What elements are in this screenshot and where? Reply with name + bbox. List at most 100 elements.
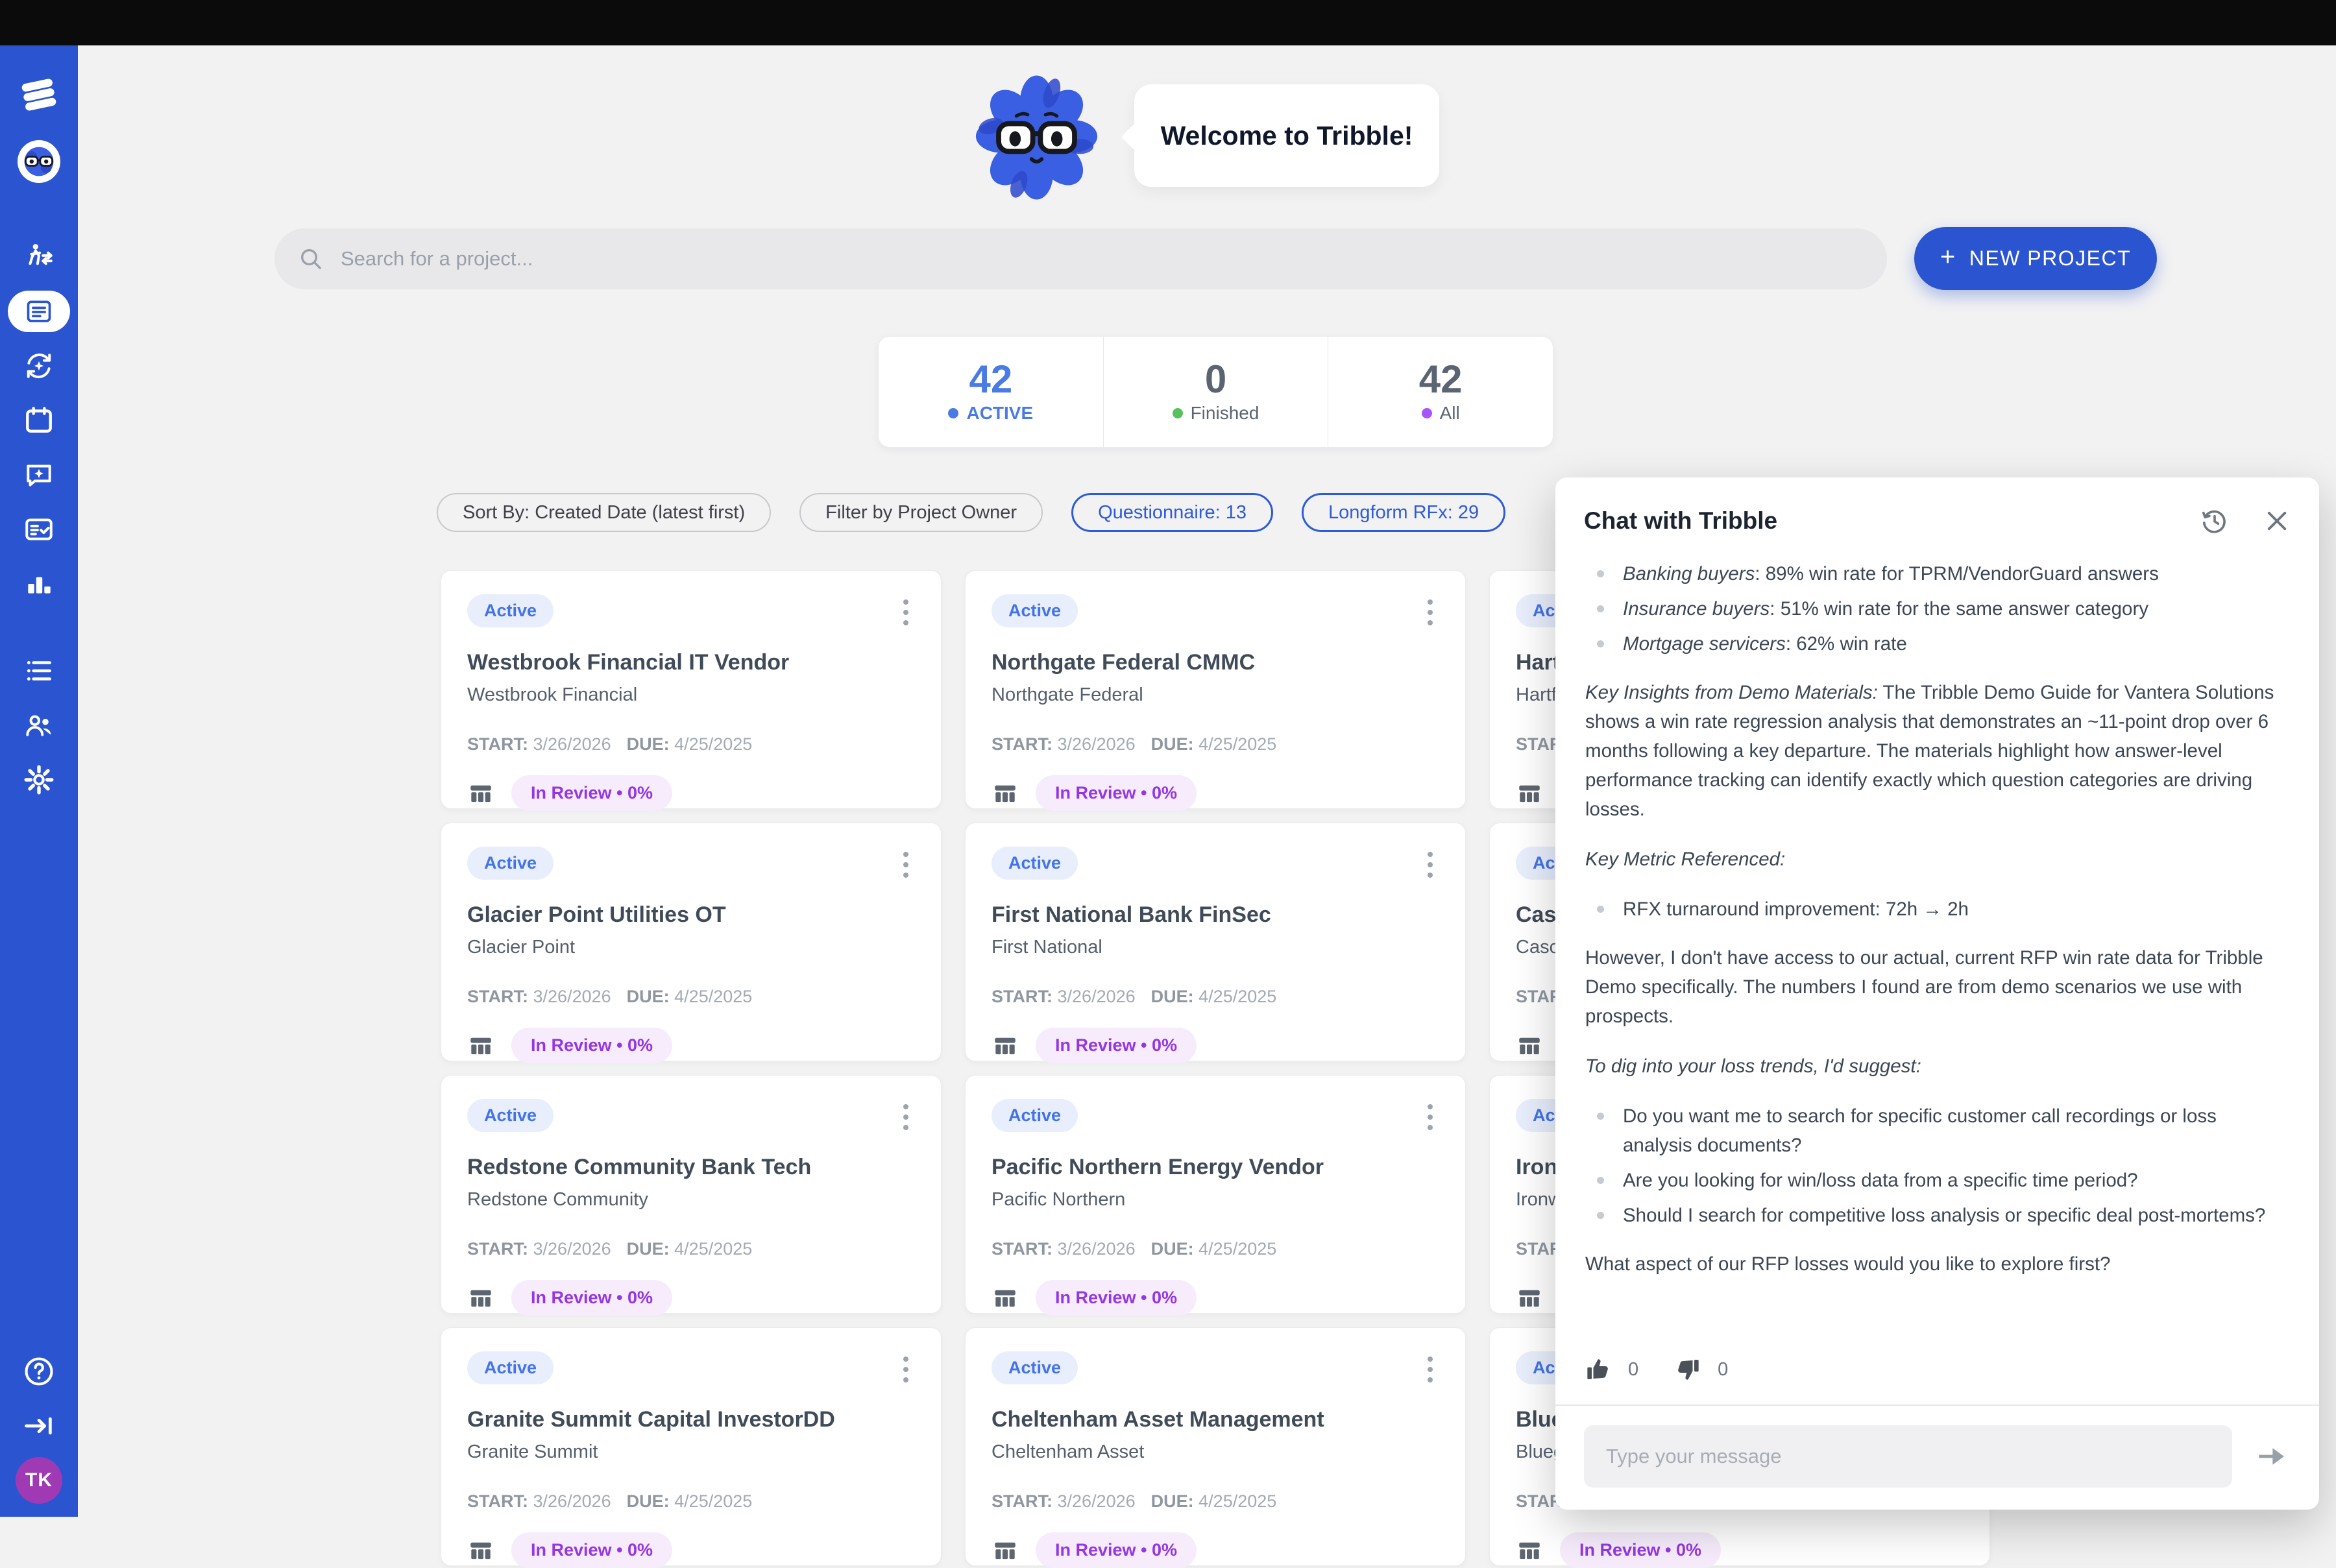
project-card[interactable]: Active Westbrook Financial IT Vendor Wes… (441, 570, 942, 809)
project-dates: START: 3/26/2026DUE: 4/25/2025 (467, 987, 915, 1007)
send-button[interactable] (2249, 1438, 2293, 1475)
kebab-menu-icon[interactable] (897, 594, 915, 631)
status-badge: Active (992, 1099, 1078, 1132)
table-icon (467, 1032, 494, 1059)
project-dates: START: 3/26/2026DUE: 4/25/2025 (467, 1491, 915, 1512)
thumbs-down-count: 0 (1718, 1359, 1728, 1381)
sidebar-item-people[interactable] (0, 698, 78, 753)
chat-history-button[interactable] (2200, 506, 2230, 536)
longform-rfx-chip[interactable]: Longform RFx: 29 (1302, 493, 1505, 532)
sidebar-item-logout[interactable] (0, 1399, 78, 1453)
project-title: Westbrook Financial IT Vendor (467, 650, 915, 675)
filter-owner-chip[interactable]: Filter by Project Owner (799, 493, 1043, 532)
status-badge: Active (467, 594, 554, 627)
stat-all[interactable]: 42 All (1328, 337, 1553, 447)
kebab-menu-icon[interactable] (897, 1351, 915, 1388)
sync-sparkle-icon (23, 350, 55, 382)
stat-active[interactable]: 42 ACTIVE (879, 337, 1103, 447)
gear-icon (23, 764, 55, 796)
project-card[interactable]: Active Northgate Federal CMMC Northgate … (965, 570, 1466, 809)
chat-input-row (1555, 1405, 2319, 1510)
chat-paragraph: Key Metric Referenced: (1585, 845, 2289, 874)
all-dot (1422, 408, 1432, 418)
active-dot (948, 408, 958, 418)
sidebar-item-analytics[interactable] (0, 557, 78, 611)
chat-feedback-row: 0 0 (1555, 1353, 2319, 1405)
table-icon (992, 1537, 1019, 1564)
kebab-menu-icon[interactable] (897, 1099, 915, 1135)
top-black-bar (0, 0, 2336, 45)
project-card[interactable]: Active Redstone Community Bank Tech Reds… (441, 1075, 942, 1314)
sidebar-item-mascot[interactable] (0, 126, 78, 197)
tribble-mascot (973, 73, 1100, 206)
mascot-avatar (18, 140, 60, 183)
stat-active-value: 42 (969, 360, 1012, 399)
sidebar-item-tasks[interactable] (0, 502, 78, 557)
sidebar-item-list-menu[interactable] (0, 644, 78, 698)
sidebar-item-settings[interactable] (0, 753, 78, 807)
kebab-menu-icon[interactable] (1421, 594, 1439, 631)
project-stats-card: 42 ACTIVE 0 Finished 42 All (878, 336, 1553, 448)
kebab-menu-icon[interactable] (1421, 1351, 1439, 1388)
filter-chips-row: Sort By: Created Date (latest first) Fil… (437, 493, 1505, 532)
chat-title: Chat with Tribble (1584, 507, 1777, 535)
kebab-menu-icon[interactable] (1421, 1099, 1439, 1135)
chat-paragraph: Key Insights from Demo Materials: The Tr… (1585, 678, 2289, 824)
progress-badge: In Review • 0% (1036, 775, 1197, 811)
project-client: Granite Summit (467, 1441, 915, 1463)
progress-badge: In Review • 0% (511, 1532, 672, 1568)
sidebar-item-calendar[interactable] (0, 393, 78, 448)
chat-paragraph: To dig into your loss trends, I'd sugges… (1585, 1052, 2289, 1081)
sidebar-item-projects[interactable] (0, 284, 78, 339)
sidebar-item-chat[interactable] (0, 448, 78, 502)
progress-badge: In Review • 0% (1560, 1532, 1721, 1568)
project-card[interactable]: Active Glacier Point Utilities OT Glacie… (441, 823, 942, 1061)
close-icon (2263, 507, 2291, 535)
project-card[interactable]: Active Cheltenham Asset Management Chelt… (965, 1327, 1466, 1566)
project-client: First National (992, 937, 1439, 958)
new-project-button[interactable]: + NEW PROJECT (1914, 227, 2157, 290)
plus-icon: + (1940, 243, 1956, 272)
thumbs-down-icon (1675, 1357, 1701, 1382)
project-card[interactable]: Active First National Bank FinSec First … (965, 823, 1466, 1061)
sidebar-item-help[interactable] (0, 1344, 78, 1399)
sidebar-item-sync[interactable] (0, 339, 78, 393)
tribble-logo-icon (18, 74, 60, 115)
sidebar-item-agents[interactable] (0, 230, 78, 284)
chat-bullet: Are you looking for win/loss data from a… (1585, 1166, 2289, 1195)
project-card[interactable]: Active Granite Summit Capital InvestorDD… (441, 1327, 942, 1566)
project-client: Northgate Federal (992, 684, 1439, 706)
project-search[interactable]: Search for a project... (274, 228, 1887, 289)
project-dates: START: 3/26/2026DUE: 4/25/2025 (992, 734, 1439, 754)
chat-bullet: Insurance buyers: 51% win rate for the s… (1585, 594, 2289, 623)
thumbs-up-button[interactable] (1585, 1357, 1611, 1382)
table-icon (467, 1537, 494, 1564)
table-icon (1516, 780, 1543, 807)
chat-close-button[interactable] (2263, 507, 2291, 535)
chat-message-input[interactable] (1584, 1425, 2232, 1488)
sort-by-chip[interactable]: Sort By: Created Date (latest first) (437, 493, 771, 532)
project-client: Cheltenham Asset (992, 1441, 1439, 1463)
project-dates: START: 3/26/2026DUE: 4/25/2025 (467, 734, 915, 754)
project-client: Pacific Northern (992, 1189, 1439, 1211)
progress-badge: In Review • 0% (1036, 1280, 1197, 1316)
kebab-menu-icon[interactable] (1421, 847, 1439, 883)
questionnaire-chip[interactable]: Questionnaire: 13 (1071, 493, 1273, 532)
stat-finished-label: Finished (1173, 403, 1259, 424)
progress-badge: In Review • 0% (1036, 1532, 1197, 1568)
sidebar: TK (0, 45, 78, 1517)
checklist-icon (23, 513, 55, 546)
stat-finished[interactable]: 0 Finished (1103, 337, 1328, 447)
kebab-menu-icon[interactable] (897, 847, 915, 883)
status-badge: Active (992, 847, 1078, 880)
tribble-logo[interactable] (0, 64, 78, 126)
exit-arrow-icon (22, 1409, 56, 1443)
thumbs-down-button[interactable] (1675, 1357, 1701, 1382)
project-client: Glacier Point (467, 937, 915, 958)
sidebar-item-user[interactable]: TK (0, 1453, 78, 1508)
chat-header: Chat with Tribble (1555, 477, 2319, 542)
user-avatar[interactable]: TK (16, 1457, 62, 1504)
project-card[interactable]: Active Pacific Northern Energy Vendor Pa… (965, 1075, 1466, 1314)
table-icon (992, 1032, 1019, 1059)
chat-bullet-list-1: Banking buyers: 89% win rate for TPRM/Ve… (1585, 559, 2289, 658)
